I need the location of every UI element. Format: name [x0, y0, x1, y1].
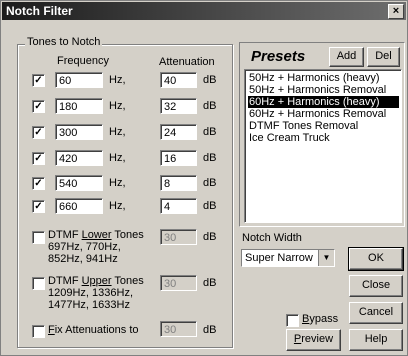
preset-item[interactable]: DTMF Tones Removal	[248, 120, 399, 132]
dtmf-upper-freqs-2: 1477Hz, 1633Hz	[48, 299, 130, 311]
preset-item[interactable]: 50Hz + Harmonics (heavy)	[248, 72, 399, 84]
title-bar[interactable]: Notch Filter ×	[2, 2, 406, 20]
fix-attenuations-checkbox[interactable]	[32, 325, 45, 338]
hz-unit: Hz,	[109, 74, 126, 86]
db-unit: dB	[203, 231, 217, 243]
dtmf-lower-label[interactable]: DTMF Lower Tones 697Hz, 770Hz, 852Hz, 94…	[48, 229, 144, 265]
frequency-header: Frequency	[57, 55, 109, 67]
help-button[interactable]: Help	[349, 329, 403, 351]
db-unit: dB	[203, 277, 217, 289]
tone-checkbox[interactable]: ✓	[32, 100, 45, 113]
close-button[interactable]: Close	[349, 275, 403, 297]
attenuation-header: Attenuation	[159, 56, 215, 68]
preview-label-post: review	[301, 333, 334, 345]
preset-item[interactable]: 50Hz + Harmonics Removal	[248, 84, 399, 96]
attenuation-field[interactable]: 16	[160, 150, 197, 166]
preview-button[interactable]: Preview	[286, 329, 341, 351]
dtmf-lower-checkbox[interactable]	[32, 231, 45, 244]
notch-width-value: Super Narrow	[245, 252, 313, 264]
attenuation-field[interactable]: 32	[160, 98, 197, 114]
tones-to-notch-legend: Tones to Notch	[25, 36, 103, 48]
dtmf-lower-label-pre: DTMF	[48, 229, 82, 241]
fix-attenuations-label-post: ix Attenuations to	[54, 324, 139, 336]
tone-checkbox[interactable]: ✓	[32, 74, 45, 87]
tone-checkbox[interactable]: ✓	[32, 126, 45, 139]
window-title: Notch Filter	[6, 4, 73, 18]
attenuation-field[interactable]: 8	[160, 175, 197, 191]
tone-checkbox[interactable]: ✓	[32, 177, 45, 190]
attenuation-field[interactable]: 24	[160, 124, 197, 140]
dropdown-arrow-icon[interactable]: ▼	[318, 250, 334, 266]
dtmf-lower-attenuation-field[interactable]: 30	[160, 229, 197, 245]
close-icon[interactable]: ×	[388, 4, 404, 19]
presets-panel: Presets Add Del 50Hz + Harmonics (heavy)…	[239, 42, 405, 227]
attenuation-field[interactable]: 4	[160, 198, 197, 214]
dtmf-lower-freqs-2: 852Hz, 941Hz	[48, 253, 118, 265]
dtmf-upper-checkbox[interactable]	[32, 277, 45, 290]
tone-checkbox[interactable]: ✓	[32, 200, 45, 213]
notch-width-label: Notch Width	[242, 232, 302, 244]
fix-attenuations-accel: F	[48, 324, 55, 336]
delete-preset-button[interactable]: Del	[367, 47, 400, 67]
fix-attenuations-label[interactable]: Fix Attenuations to	[48, 324, 139, 336]
db-unit: dB	[203, 152, 217, 164]
notch-filter-dialog: Notch Filter × Tones to Notch Frequency …	[0, 0, 408, 356]
hz-unit: Hz,	[109, 100, 126, 112]
frequency-field[interactable]: 540	[55, 175, 103, 191]
db-unit: dB	[203, 200, 217, 212]
db-unit: dB	[203, 100, 217, 112]
notch-width-select[interactable]: Super Narrow ▼	[241, 249, 335, 267]
db-unit: dB	[203, 324, 217, 336]
hz-unit: Hz,	[109, 200, 126, 212]
hz-unit: Hz,	[109, 152, 126, 164]
preset-list[interactable]: 50Hz + Harmonics (heavy) 50Hz + Harmonic…	[244, 69, 402, 223]
dtmf-upper-label-accel: Upper	[81, 275, 112, 287]
dtmf-upper-label-pre: DTMF	[48, 275, 82, 287]
bypass-label-post: ypass	[309, 313, 339, 325]
hz-unit: Hz,	[109, 126, 126, 138]
db-unit: dB	[203, 74, 217, 86]
preset-item[interactable]: Ice Cream Truck	[248, 132, 399, 144]
dtmf-upper-label-post: Tones	[111, 275, 144, 287]
bypass-label[interactable]: Bypass	[302, 313, 338, 325]
cancel-button[interactable]: Cancel	[349, 302, 403, 324]
dtmf-lower-label-post: Tones	[111, 229, 144, 241]
frequency-field[interactable]: 300	[55, 124, 103, 140]
preset-item[interactable]: 60Hz + Harmonics Removal	[248, 108, 399, 120]
db-unit: dB	[203, 177, 217, 189]
attenuation-field[interactable]: 40	[160, 72, 197, 88]
preset-item-selected[interactable]: 60Hz + Harmonics (heavy)	[248, 96, 399, 108]
dtmf-upper-label[interactable]: DTMF Upper Tones 1209Hz, 1336Hz, 1477Hz,…	[48, 275, 144, 311]
dtmf-upper-freqs-1: 1209Hz, 1336Hz,	[48, 287, 133, 299]
dtmf-upper-attenuation-field[interactable]: 30	[160, 275, 197, 291]
dtmf-lower-freqs-1: 697Hz, 770Hz,	[48, 241, 121, 253]
dtmf-lower-label-accel: Lower	[81, 229, 112, 241]
frequency-field[interactable]: 660	[55, 198, 103, 214]
frequency-field[interactable]: 180	[55, 98, 103, 114]
ok-button[interactable]: OK	[348, 247, 404, 271]
frequency-field[interactable]: 60	[55, 72, 103, 88]
add-preset-button[interactable]: Add	[329, 47, 364, 67]
fix-attenuations-field[interactable]: 30	[160, 321, 197, 337]
hz-unit: Hz,	[109, 177, 126, 189]
frequency-field[interactable]: 420	[55, 150, 103, 166]
tone-checkbox[interactable]: ✓	[32, 152, 45, 165]
bypass-checkbox[interactable]	[286, 314, 299, 327]
presets-title: Presets	[251, 48, 306, 65]
db-unit: dB	[203, 126, 217, 138]
